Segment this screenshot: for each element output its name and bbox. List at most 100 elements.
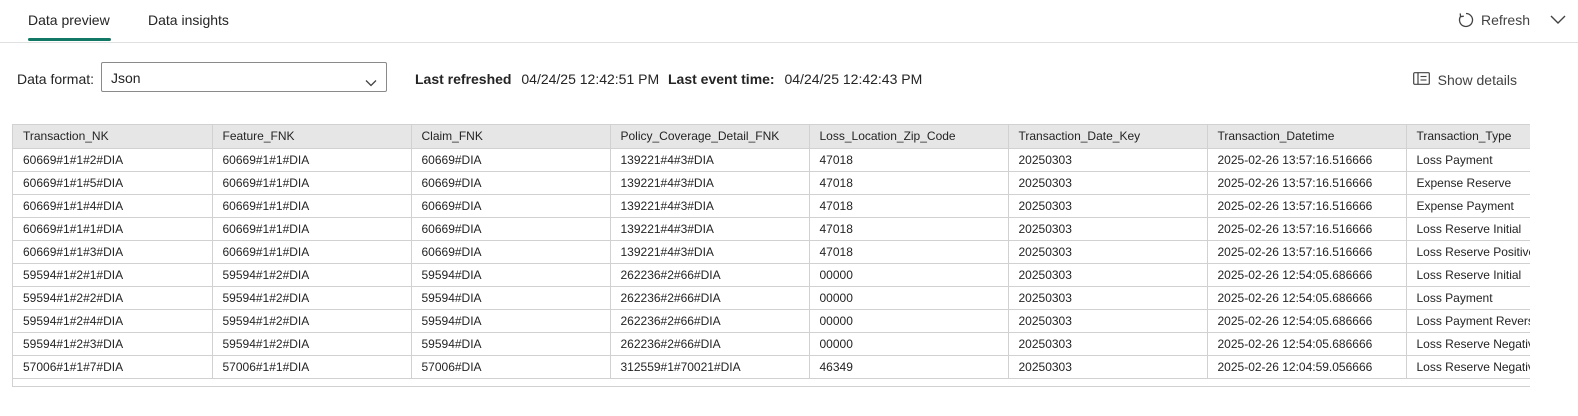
table-cell: 20250303 (1008, 171, 1208, 195)
column-header[interactable]: Transaction_Date_Key (1008, 125, 1208, 149)
table-cell: Loss Reserve Negative (1406, 332, 1530, 356)
table-cell: 47018 (809, 171, 1009, 195)
table-cell: 60669#1#1#3#DIA (13, 240, 213, 264)
table-cell: 2025-02-26 12:54:05.686666 (1207, 332, 1407, 356)
table-header-row: Transaction_NK Feature_FNK Claim_FNK Pol… (13, 125, 1530, 149)
table-cell: Loss Payment Reversal (1406, 309, 1530, 333)
details-panel-icon (1412, 72, 1430, 88)
table-cell: 2025-02-26 12:54:05.686666 (1207, 263, 1407, 287)
table-cell: 60669#DIA (411, 194, 611, 218)
table-cell: Loss Payment (1406, 148, 1530, 172)
table-cell: 57006#DIA (411, 355, 611, 379)
table-cell: 20250303 (1008, 355, 1208, 379)
column-header[interactable]: Loss_Location_Zip_Code (809, 125, 1009, 149)
table-cell: 262236#2#66#DIA (610, 286, 810, 310)
refresh-button[interactable]: Refresh (1457, 11, 1530, 29)
table-cell: 00000 (809, 263, 1009, 287)
last-refreshed-value: 04/24/25 12:42:51 PM (521, 71, 660, 87)
show-details-button[interactable]: Show details (1412, 72, 1517, 88)
table-row[interactable]: 60669#1#1#2#DIA 60669#1#1#DIA 60669#DIA 139… (13, 148, 1530, 172)
table-cell: 262236#2#66#DIA (610, 263, 810, 287)
table-row[interactable]: 59594#1#2#4#DIA 59594#1#2#DIA 59594#DIA 262… (13, 309, 1530, 333)
table-cell: 00000 (809, 286, 1009, 310)
table-cell: 59594#DIA (411, 263, 611, 287)
table-cell: 60669#DIA (411, 148, 611, 172)
table-cell: 20250303 (1008, 309, 1208, 333)
table-row[interactable]: 60669#1#1#5#DIA 60669#1#1#DIA 60669#DIA 139… (13, 171, 1530, 195)
table-cell: Expense Payment (1406, 194, 1530, 218)
table-cell: 2025-02-26 13:57:16.516666 (1207, 217, 1407, 241)
table-cell: 60669#1#1#DIA (212, 148, 412, 172)
column-header[interactable]: Policy_Coverage_Detail_FNK (610, 125, 810, 149)
column-header[interactable]: Transaction_Datetime (1207, 125, 1407, 149)
table-cell: 60669#1#1#5#DIA (13, 171, 213, 195)
data-format-label: Data format: (17, 71, 95, 87)
table-cell: 47018 (809, 217, 1009, 241)
refresh-label: Refresh (1480, 12, 1530, 28)
table-cell: 59594#DIA (411, 286, 611, 310)
table-row[interactable]: 59594#1#2#2#DIA 59594#1#2#DIA 59594#DIA 262… (13, 286, 1530, 310)
data-preview-table: Transaction_NK Feature_FNK Claim_FNK Pol… (12, 124, 1530, 387)
last-refreshed-label: Last refreshed (415, 71, 512, 87)
table-cell: 60669#DIA (411, 171, 611, 195)
table-cell: 262236#2#66#DIA (610, 309, 810, 333)
chevron-down-icon[interactable] (1548, 10, 1568, 35)
table-cell: 60669#1#1#DIA (212, 194, 412, 218)
table-cell: 2025-02-26 13:57:16.516666 (1207, 148, 1407, 172)
table-cell: 60669#1#1#DIA (212, 217, 412, 241)
table-cell: 262236#2#66#DIA (610, 332, 810, 356)
table-cell: 59594#1#2#DIA (212, 286, 412, 310)
table-cell: 20250303 (1008, 148, 1208, 172)
table-cell: 00000 (809, 309, 1009, 333)
table-cell: 20250303 (1008, 286, 1208, 310)
last-event-time-label: Last event time: (668, 71, 775, 87)
table-cell: 139221#4#3#DIA (610, 171, 810, 195)
column-header[interactable]: Transaction_NK (13, 125, 213, 149)
tab-bar: Data preview Data insights Refresh (0, 0, 1578, 43)
table-cell: 20250303 (1008, 217, 1208, 241)
last-refreshed: Last refreshed 04/24/25 12:42:51 PM (415, 71, 659, 87)
data-format-value: Json (111, 70, 141, 86)
column-header[interactable]: Claim_FNK (411, 125, 611, 149)
last-event-time: Last event time: 04/24/25 12:42:43 PM (668, 71, 922, 87)
table-cell: 2025-02-26 12:54:05.686666 (1207, 286, 1407, 310)
table-cell: 2025-02-26 13:57:16.516666 (1207, 240, 1407, 264)
table-row[interactable]: 60669#1#1#3#DIA 60669#1#1#DIA 60669#DIA 139… (13, 240, 1530, 264)
table-cell: 2025-02-26 13:57:16.516666 (1207, 171, 1407, 195)
table-cell: 60669#1#1#1#DIA (13, 217, 213, 241)
table-cell: 59594#1#2#DIA (212, 309, 412, 333)
table-cell: 60669#1#1#DIA (212, 240, 412, 264)
last-event-time-value: 04/24/25 12:42:43 PM (784, 71, 923, 87)
tab-data-preview[interactable]: Data preview (28, 12, 110, 28)
table-cell: 59594#1#2#2#DIA (13, 286, 213, 310)
table-cell: Loss Reserve Positive A (1406, 240, 1530, 264)
table-cell: 47018 (809, 194, 1009, 218)
table-cell: 59594#1#2#4#DIA (13, 309, 213, 333)
table-cell: Loss Reserve Initial (1406, 217, 1530, 241)
table-cell: 20250303 (1008, 332, 1208, 356)
table-row[interactable]: 59594#1#2#1#DIA 59594#1#2#DIA 59594#DIA 262… (13, 263, 1530, 287)
table-row[interactable]: 60669#1#1#4#DIA 60669#1#1#DIA 60669#DIA 139… (13, 194, 1530, 218)
table-cell: 59594#DIA (411, 332, 611, 356)
table-row[interactable]: 57006#1#1#7#DIA 57006#1#1#DIA 57006#DIA 312… (13, 355, 1530, 379)
table-cell: Loss Reserve Negative (1406, 355, 1530, 379)
table-cell: 312559#1#70021#DIA (610, 355, 810, 379)
table-cell: 47018 (809, 148, 1009, 172)
table-cell: 2025-02-26 12:04:59.056666 (1207, 355, 1407, 379)
table-row[interactable]: 59594#1#2#3#DIA 59594#1#2#DIA 59594#DIA 262… (13, 332, 1530, 356)
table-cell: 2025-02-26 12:54:05.686666 (1207, 309, 1407, 333)
table-cell: 46349 (809, 355, 1009, 379)
table-cell: 00000 (809, 332, 1009, 356)
column-header[interactable]: Transaction_Type (1406, 125, 1530, 149)
table-cell: 57006#1#1#DIA (212, 355, 412, 379)
data-format-dropdown[interactable]: Json (101, 62, 387, 92)
table-cell: 59594#1#2#1#DIA (13, 263, 213, 287)
table-row[interactable]: 60669#1#1#1#DIA 60669#1#1#DIA 60669#DIA 139… (13, 217, 1530, 241)
table-cell: 60669#DIA (411, 217, 611, 241)
active-tab-indicator (28, 38, 111, 41)
table-cell: 139221#4#3#DIA (610, 148, 810, 172)
column-header[interactable]: Feature_FNK (212, 125, 412, 149)
table-cell: 57006#1#1#7#DIA (13, 355, 213, 379)
table-cell: 60669#1#1#2#DIA (13, 148, 213, 172)
tab-data-insights[interactable]: Data insights (148, 12, 229, 28)
